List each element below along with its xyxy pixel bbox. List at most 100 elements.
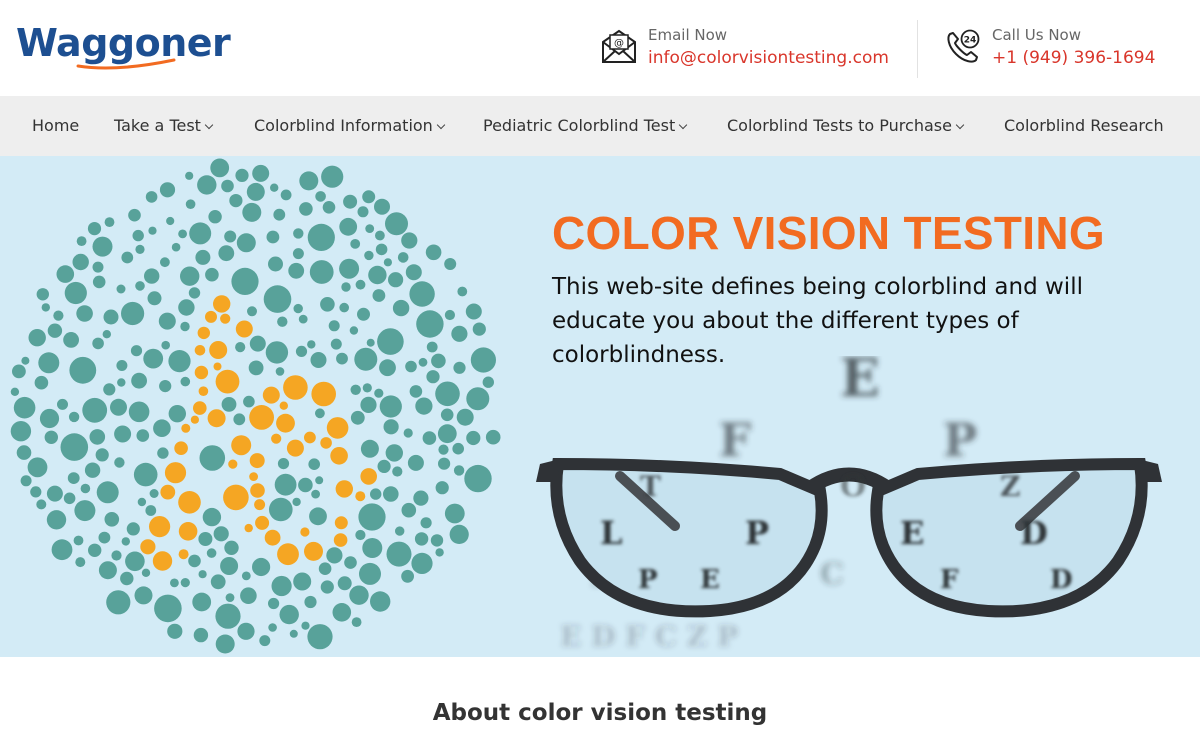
plate-dot [307,624,333,650]
plate-dot [392,466,403,477]
nav-item-colorblind-information[interactable]: Colorblind Information [254,96,446,156]
plate-dot [178,299,195,316]
plate-dot [438,457,451,470]
plate-dot [438,444,449,455]
plate-dot [220,557,239,575]
plate-dot [457,286,468,297]
plate-dot [264,529,281,546]
plate-dot [350,384,361,395]
plate-dot [67,472,80,484]
plate-dot [143,348,164,369]
ishihara-plate-image [10,158,501,654]
svg-text:E: E [900,514,924,552]
plate-dot [337,576,352,591]
plate-dot [397,252,409,263]
plate-dot [453,361,466,374]
plate-dot [339,258,360,279]
plate-dot [103,383,116,396]
plate-dot [141,568,151,577]
plate-dot [304,541,323,561]
plate-dot [289,629,298,638]
plate-dot [298,314,308,324]
plate-dot [359,562,381,585]
plate-dot [355,491,366,502]
plate-dot [131,372,148,389]
plate-dot [435,548,444,557]
plate-dot [355,279,366,290]
plate-dot [349,326,359,335]
plate-dot [110,398,127,416]
svg-text:P: P [745,514,769,552]
plate-dot [293,228,304,239]
plate-dot [135,281,145,291]
plate-dot [360,396,377,413]
plate-dot [95,448,109,462]
svg-text:@: @ [614,38,624,49]
plate-dot [136,429,150,442]
plate-dot [46,485,63,502]
nav-item-home[interactable]: Home [32,96,79,156]
plate-dot [259,635,271,647]
plate-dot [215,634,235,654]
plate-dot [453,465,465,476]
plate-dot [249,335,266,352]
plate-dot [333,533,348,547]
phone-contact[interactable]: 24 Call Us Now +1 (949) 396-1694 [944,24,1194,76]
plate-dot [243,395,255,408]
plate-dot [116,284,126,294]
plate-dot [188,554,201,568]
plate-dot [358,503,386,531]
plate-dot [147,291,162,306]
phone-badge: 24 [964,36,977,46]
plate-dot [385,444,403,462]
plate-dot [208,210,222,224]
plate-dot [383,486,399,502]
waggoner-logo[interactable]: Waggoner [16,18,231,70]
plate-dot [198,386,209,396]
plate-dot [221,397,237,412]
plate-dot [385,212,408,236]
contact-divider [917,20,918,78]
plate-dot [207,409,226,428]
plate-dot [160,484,176,500]
nav-item-colorblind-research[interactable]: Colorblind Research [1004,96,1164,156]
about-section-title: About color vision testing [432,700,768,726]
nav-item-label: Colorblind Tests to Purchase [727,116,952,135]
plate-dot [104,217,115,227]
logo-swoosh-icon [76,58,176,70]
plate-dot [311,381,337,407]
plate-dot [229,194,243,208]
plate-dot [213,526,229,542]
plate-dot [53,310,64,321]
plate-dot [426,370,440,384]
plate-dot [377,328,404,355]
plate-dot [383,258,392,267]
plate-dot [98,561,117,580]
plate-dot [349,585,369,605]
plate-dot [315,408,325,419]
plate-dot [121,301,145,326]
nav-item-pediatric-colorblind-test[interactable]: Pediatric Colorblind Test [483,96,688,156]
plate-dot [126,522,140,536]
plate-dot [295,345,308,357]
email-contact[interactable]: @ Email Now info@colorvisiontesting.com [600,24,900,76]
chevron-down-icon [955,120,965,130]
plate-dot [370,591,391,612]
plate-dot [75,557,86,568]
nav-item-colorblind-tests-to-purchase[interactable]: Colorblind Tests to Purchase [727,96,965,156]
plate-dot [166,216,175,226]
plate-dot [92,337,104,350]
plate-dot [328,320,340,332]
plate-dot [209,341,228,359]
plate-dot [422,431,437,445]
phone-link[interactable]: +1 (949) 396-1694 [992,48,1155,68]
nav-item-take-a-test[interactable]: Take a Test [114,96,214,156]
plate-dot [89,429,106,445]
plate-dot [224,540,239,555]
plate-dot [69,356,97,384]
plate-dot [161,340,170,350]
plate-dot [21,356,30,365]
plate-dot [339,217,358,236]
email-link[interactable]: info@colorvisiontesting.com [648,48,889,68]
plate-dot [350,239,361,249]
